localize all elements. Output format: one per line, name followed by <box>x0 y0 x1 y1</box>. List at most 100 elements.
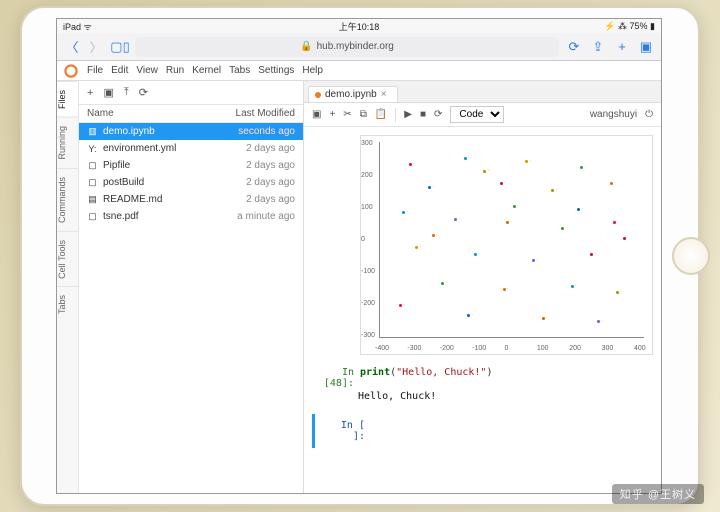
data-point <box>525 160 528 163</box>
file-modified: a minute ago <box>237 211 295 222</box>
data-point <box>441 282 444 285</box>
file-row[interactable]: ▤README.md2 days ago <box>79 191 303 208</box>
ipad-status-bar: iPad ᯤ 上午10:18 ⚡ ⁂ 75% ▮ <box>57 19 661 33</box>
restart-icon[interactable]: ⟳ <box>434 109 442 120</box>
forward-icon: 〉 <box>87 38 105 56</box>
cell-output-48: Hello, Chuck! <box>304 391 661 408</box>
menu-run[interactable]: Run <box>166 65 184 76</box>
url-text: hub.mybinder.org <box>317 41 394 52</box>
reload-icon[interactable]: ⟳ <box>565 38 583 56</box>
cell-type-select[interactable]: Code <box>450 106 504 123</box>
data-point <box>577 208 580 211</box>
menu-tabs[interactable]: Tabs <box>229 65 250 76</box>
side-tab-strip: FilesRunningCommandsCell ToolsTabs <box>57 81 79 493</box>
menu-help[interactable]: Help <box>302 65 323 76</box>
notebook-toolbar: ▣ + ✂ ⧉ 📋 ▶ ■ ⟳ Code wangshuyi ⏻ <box>304 103 661 127</box>
clock: 上午10:18 <box>339 20 380 33</box>
jupyter-logo-icon <box>63 63 79 79</box>
upload-icon[interactable]: ⤒ <box>124 86 129 99</box>
paste-icon[interactable]: 📋 <box>375 109 387 120</box>
menu-kernel[interactable]: Kernel <box>192 65 221 76</box>
menu-file[interactable]: File <box>87 65 103 76</box>
data-point <box>580 166 583 169</box>
lock-icon: 🔒 <box>300 41 312 52</box>
file-icon: ▢ <box>87 211 98 222</box>
new-file-icon[interactable]: + <box>87 87 93 99</box>
data-point <box>428 186 431 189</box>
data-point <box>503 288 506 291</box>
data-point <box>506 221 509 224</box>
file-row[interactable]: ▢postBuild2 days ago <box>79 174 303 191</box>
url-bar[interactable]: 🔒 hub.mybinder.org <box>135 37 559 57</box>
run-icon[interactable]: ▶ <box>404 109 412 120</box>
file-modified: 2 days ago <box>246 194 295 205</box>
menu-edit[interactable]: Edit <box>111 65 128 76</box>
sidetab-cell-tools[interactable]: Cell Tools <box>57 231 78 287</box>
data-point <box>551 189 554 192</box>
save-icon[interactable]: ▣ <box>312 109 321 120</box>
notebook-body[interactable]: ······························-400-300-2… <box>304 127 661 493</box>
kernel-status-icon[interactable]: ⏻ <box>645 109 653 120</box>
bookmarks-icon[interactable]: ▢▯ <box>111 38 129 56</box>
stop-icon[interactable]: ■ <box>420 109 426 120</box>
share-icon[interactable]: ⇪ <box>589 38 607 56</box>
notebook-icon: ▥ <box>87 126 98 137</box>
file-icon: ▢ <box>87 177 98 188</box>
tabs-icon[interactable]: ▣ <box>637 38 655 56</box>
scatter-plot-output: ······························-400-300-2… <box>360 135 653 355</box>
kernel-user: wangshuyi <box>590 109 637 120</box>
file-row[interactable]: ▢ Pipfile 2 days ago <box>79 157 303 174</box>
data-point <box>590 253 593 256</box>
new-tab-icon[interactable]: + <box>613 38 631 56</box>
safari-toolbar: 〈 〉 ▢▯ 🔒 hub.mybinder.org ⟳ ⇪ + ▣ <box>57 33 661 61</box>
data-point <box>464 157 467 160</box>
notebook-tab-bar: demo.ipynb × <box>304 81 661 103</box>
data-point <box>467 314 470 317</box>
markdown-icon: ▤ <box>87 194 98 205</box>
data-point <box>402 211 405 214</box>
sidetab-running[interactable]: Running <box>57 117 78 168</box>
col-modified: Last Modified <box>236 108 295 119</box>
sidetab-commands[interactable]: Commands <box>57 168 78 231</box>
back-icon[interactable]: 〈 <box>63 38 81 56</box>
file-name: Pipfile <box>103 160 130 171</box>
file-row[interactable]: Y:environment.yml2 days ago <box>79 140 303 157</box>
file-row[interactable]: ▢tsne.pdfa minute ago <box>79 208 303 225</box>
copy-icon[interactable]: ⧉ <box>360 109 367 120</box>
tab-demo[interactable]: demo.ipynb × <box>308 86 398 102</box>
col-name: Name <box>87 108 114 119</box>
data-point <box>483 170 486 173</box>
cut-icon[interactable]: ✂ <box>343 109 351 120</box>
file-list-header: Name Last Modified <box>79 105 303 123</box>
file-modified: 2 days ago <box>246 160 295 171</box>
menu-view[interactable]: View <box>136 65 158 76</box>
data-point <box>415 246 418 249</box>
data-point <box>500 182 503 185</box>
home-button[interactable] <box>672 237 710 275</box>
data-point <box>399 304 402 307</box>
notebook-icon <box>315 92 321 98</box>
cell-in-48[interactable]: In [48]: print("Hello, Chuck!") <box>304 365 661 391</box>
refresh-icon[interactable]: ⟳ <box>139 86 148 99</box>
carrier-label: iPad ᯤ <box>63 20 92 33</box>
file-browser-panel: + ▣ ⤒ ⟳ Name Last Modified ▥demo.ipynbse… <box>79 81 304 493</box>
file-browser-toolbar: + ▣ ⤒ ⟳ <box>79 81 303 105</box>
data-point <box>597 320 600 323</box>
data-point <box>610 182 613 185</box>
sidetab-files[interactable]: Files <box>57 81 78 117</box>
data-point <box>513 205 516 208</box>
add-cell-icon[interactable]: + <box>329 109 335 120</box>
data-point <box>474 253 477 256</box>
prompt: In [48]: <box>312 367 360 389</box>
close-icon[interactable]: × <box>381 89 387 100</box>
data-point <box>542 317 545 320</box>
file-name: postBuild <box>103 177 144 188</box>
new-folder-icon[interactable]: ▣ <box>103 86 113 99</box>
file-icon: ▢ <box>87 160 98 171</box>
menu-settings[interactable]: Settings <box>258 65 294 76</box>
data-point <box>616 291 619 294</box>
data-point <box>571 285 574 288</box>
file-row[interactable]: ▥demo.ipynbseconds ago <box>79 123 303 140</box>
cell-empty[interactable]: In [ ]: <box>312 414 653 448</box>
sidetab-tabs[interactable]: Tabs <box>57 286 78 322</box>
